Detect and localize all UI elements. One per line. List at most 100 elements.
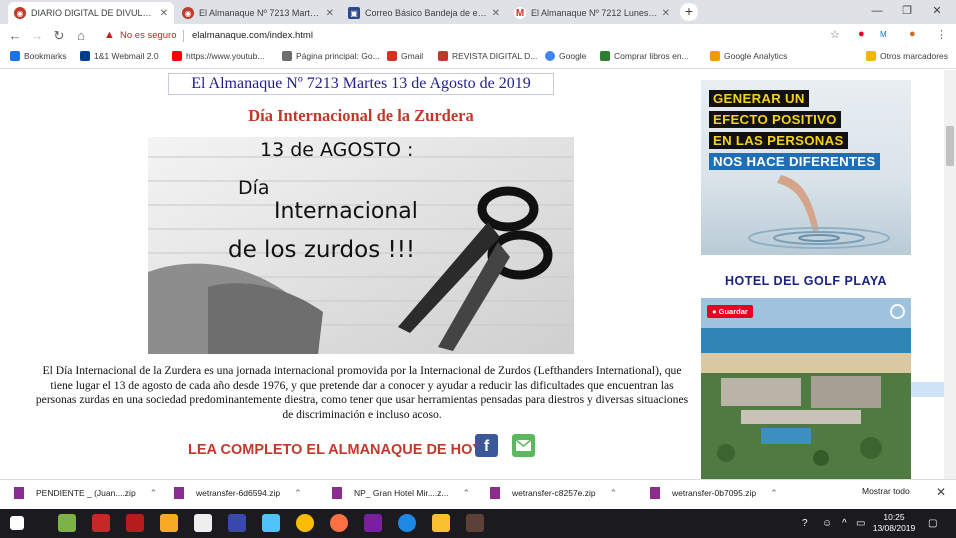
pinterest-extension-icon[interactable]: ● bbox=[858, 28, 865, 40]
reload-icon[interactable]: ↻ bbox=[50, 27, 68, 45]
menu-kebab-icon[interactable]: ⋮ bbox=[936, 28, 947, 41]
download-item[interactable]: wetransfer-6d6594.zip ⌃ bbox=[174, 487, 302, 499]
profile-avatar[interactable]: ● bbox=[909, 28, 916, 40]
close-tab-icon[interactable]: ✕ bbox=[326, 8, 334, 19]
article-body: El Día Internacional de la Zurdera es un… bbox=[35, 364, 689, 421]
gmail-icon bbox=[387, 51, 397, 61]
download-filename: wetransfer-c8257e.zip bbox=[512, 488, 596, 498]
url-text[interactable]: elalmanaque.com/index.html bbox=[192, 30, 313, 41]
bookmark-analytics[interactable]: Google Analytics bbox=[710, 51, 787, 61]
zip-file-icon bbox=[174, 487, 184, 499]
chevron-up-icon[interactable]: ⌃ bbox=[462, 488, 470, 499]
bookmark-label: REVISTA DIGITAL D... bbox=[452, 51, 538, 61]
read-more-link[interactable]: LEA COMPLETO EL ALMANAQUE DE HOY bbox=[188, 442, 482, 458]
app-icon[interactable] bbox=[466, 514, 484, 532]
chevron-up-icon[interactable]: ⌃ bbox=[150, 488, 158, 499]
bookmark-revista-digital[interactable]: REVISTA DIGITAL D... bbox=[438, 51, 537, 61]
download-item[interactable]: wetransfer-0b7095.zip ⌃ bbox=[650, 487, 778, 499]
save-label: Guardar bbox=[718, 307, 748, 316]
bookmark-star-icon[interactable]: ☆ bbox=[830, 28, 840, 41]
close-tab-icon[interactable]: ✕ bbox=[160, 8, 168, 19]
webmail-icon bbox=[80, 51, 90, 61]
help-icon[interactable]: ? bbox=[802, 518, 808, 529]
filezilla-icon[interactable] bbox=[126, 514, 144, 532]
bookmark-webmail[interactable]: 1&1 Webmail 2.0 bbox=[80, 51, 159, 61]
close-tab-icon[interactable]: ✕ bbox=[492, 8, 500, 19]
notes-icon[interactable] bbox=[262, 514, 280, 532]
google-icon bbox=[545, 51, 555, 61]
notifications-icon[interactable]: ▢ bbox=[928, 518, 937, 529]
bookmark-google[interactable]: Google bbox=[545, 51, 586, 61]
bookmark-comprar-libros[interactable]: Comprar libros en... bbox=[600, 51, 689, 61]
chevron-up-icon[interactable]: ⌃ bbox=[770, 488, 778, 499]
bookmark-label: Página principal: Go... bbox=[296, 51, 380, 61]
show-all-downloads-button[interactable]: Mostrar todo bbox=[862, 486, 910, 496]
hotel-aerial-illustration bbox=[701, 298, 911, 479]
download-item[interactable]: NP_ Gran Hotel Mir....z... ⌃ bbox=[332, 487, 470, 499]
windows-start-icon[interactable] bbox=[10, 516, 24, 530]
tab-title: El Almanaque Nº 7212 Lunes 12 bbox=[531, 8, 658, 18]
people-icon[interactable]: ☺ bbox=[822, 518, 832, 529]
bookmark-pagina-principal[interactable]: Página principal: Go... bbox=[282, 51, 380, 61]
network-icon[interactable]: ▭ bbox=[856, 518, 865, 529]
file-explorer-icon[interactable] bbox=[160, 514, 178, 532]
advertisement-banner[interactable]: GENERAR UN EFECTO POSITIVO EN LAS PERSON… bbox=[701, 80, 911, 255]
bookmark-youtube[interactable]: https://www.youtub... bbox=[172, 51, 264, 61]
app-icon[interactable] bbox=[228, 514, 246, 532]
bookmark-bookmarks[interactable]: Bookmarks bbox=[10, 51, 67, 61]
mcafee-icon[interactable] bbox=[92, 514, 110, 532]
tray-arrow-icon[interactable]: ^ bbox=[842, 518, 847, 529]
email-share-icon[interactable] bbox=[512, 434, 535, 457]
tab-diario-digital[interactable]: ◉ DIARIO DIGITAL DE DIVULGACIÓ ✕ bbox=[8, 2, 174, 24]
tab-almanaque-7212[interactable]: M El Almanaque Nº 7212 Lunes 12 ✕ bbox=[508, 2, 676, 24]
close-window-icon[interactable]: ✕ bbox=[922, 0, 952, 24]
restore-icon[interactable]: ❐ bbox=[892, 0, 922, 24]
download-filename: wetransfer-0b7095.zip bbox=[672, 488, 757, 498]
pinterest-save-button[interactable]: ● Guardar bbox=[707, 305, 753, 318]
forward-arrow-icon[interactable]: → bbox=[28, 27, 46, 45]
zurdos-photo[interactable]: 13 de AGOSTO : Día Internacional de los … bbox=[148, 137, 574, 354]
app-icon[interactable] bbox=[432, 514, 450, 532]
scroll-thumb[interactable] bbox=[946, 126, 954, 166]
water-drop-illustration bbox=[748, 175, 890, 249]
analytics-icon bbox=[710, 51, 720, 61]
browser-window: ◉ DIARIO DIGITAL DE DIVULGACIÓ ✕ ◉ El Al… bbox=[0, 0, 956, 538]
home-icon[interactable]: ⌂ bbox=[72, 27, 90, 45]
facebook-share-icon[interactable]: f bbox=[475, 434, 498, 457]
chevron-up-icon[interactable]: ⌃ bbox=[294, 488, 302, 499]
vertical-scrollbar[interactable] bbox=[944, 70, 956, 479]
chrome-icon[interactable] bbox=[296, 514, 314, 532]
tab-correo-basico[interactable]: ▣ Correo Básico Bandeja de entrad ✕ bbox=[342, 2, 506, 24]
minimize-icon[interactable]: — bbox=[862, 0, 892, 24]
star-icon bbox=[10, 51, 20, 61]
tab-title: El Almanaque Nº 7213 Martes 1 bbox=[199, 8, 322, 18]
hotel-title[interactable]: HOTEL DEL GOLF PLAYA bbox=[701, 274, 911, 288]
expand-icon[interactable] bbox=[890, 304, 905, 319]
system-clock[interactable]: 10:25 13/08/2019 bbox=[872, 512, 916, 534]
store-icon[interactable] bbox=[58, 514, 76, 532]
omnibox-divider bbox=[183, 30, 184, 42]
close-downloads-icon[interactable]: ✕ bbox=[936, 485, 946, 499]
almanaque-title: El Almanaque Nº 7213 Martes 13 de Agosto… bbox=[168, 73, 554, 95]
download-filename: PENDIENTE _ (Juan....zip bbox=[36, 488, 136, 498]
youtube-icon bbox=[172, 51, 182, 61]
download-item[interactable]: PENDIENTE _ (Juan....zip ⌃ bbox=[14, 487, 157, 499]
close-tab-icon[interactable]: ✕ bbox=[662, 8, 670, 19]
tab-almanaque-7213[interactable]: ◉ El Almanaque Nº 7213 Martes 1 ✕ bbox=[176, 2, 340, 24]
address-bar[interactable]: ▲ No es seguro elalmanaque.com/index.htm… bbox=[96, 26, 856, 46]
edge-icon[interactable] bbox=[398, 514, 416, 532]
bookmark-gmail[interactable]: Gmail bbox=[387, 51, 423, 61]
chevron-up-icon[interactable]: ⌃ bbox=[610, 488, 618, 499]
new-tab-button[interactable]: + bbox=[680, 3, 698, 21]
back-arrow-icon[interactable]: ← bbox=[6, 27, 24, 45]
extension-icon[interactable]: M bbox=[880, 30, 887, 39]
firefox-icon[interactable] bbox=[330, 514, 348, 532]
zip-file-icon bbox=[14, 487, 24, 499]
download-item[interactable]: wetransfer-c8257e.zip ⌃ bbox=[490, 487, 617, 499]
bookmark-otros[interactable]: Otros marcadores bbox=[866, 51, 948, 61]
mail-app-icon[interactable] bbox=[194, 514, 212, 532]
bookmark-label: Otros marcadores bbox=[880, 51, 949, 61]
hotel-photo[interactable]: ● Guardar bbox=[701, 298, 911, 479]
security-label[interactable]: No es seguro bbox=[120, 30, 177, 41]
app-icon[interactable] bbox=[364, 514, 382, 532]
